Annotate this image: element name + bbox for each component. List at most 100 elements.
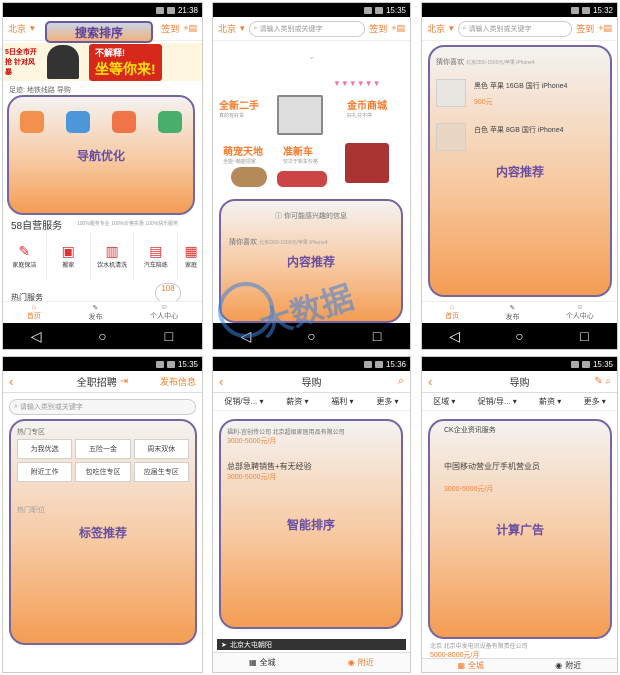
filter-area[interactable]: 区域 ▾ xyxy=(433,396,455,407)
person-icon[interactable] xyxy=(112,111,136,133)
signin-button[interactable]: 签到 xyxy=(369,22,387,35)
tag-item[interactable]: 应届生专区 xyxy=(133,462,189,482)
tag-item[interactable]: 周末双休 xyxy=(133,439,189,459)
services-grid: ✎ 家庭保洁 ▣ 搬家 ▥ 饮水机清洗 ▤ 汽车陪练 ▦ 家庭 xyxy=(3,233,202,279)
tag-item[interactable]: 五险一金 xyxy=(75,439,131,459)
job-row-2[interactable]: 总部急聘销售+有无经验 3000-5000元/月 xyxy=(227,461,395,482)
tab-profile[interactable]: ☺ 个人中心 xyxy=(150,304,178,321)
service-water-cleaning[interactable]: ▥ 饮水机清洗 xyxy=(91,233,135,279)
service-driving-practice[interactable]: ▤ 汽车陪练 xyxy=(134,233,179,279)
city-selector[interactable]: 北京 xyxy=(218,22,236,35)
tab-publish[interactable]: ✎ 发布 xyxy=(505,304,519,322)
category-near-new-car[interactable]: 准新车 仅次于新车价格 xyxy=(283,143,318,165)
services-subtitle: 100%服务专业 100%价格实惠 100%快乐服务 xyxy=(77,221,179,227)
hot-badge: 108 xyxy=(155,283,181,303)
filter-more[interactable]: 更多 ▾ xyxy=(584,396,606,407)
bottom-label: 附近 xyxy=(565,661,582,670)
user-icon: ☺ xyxy=(576,304,584,311)
item-title: 白色 苹果 8GB 国行 iPhone4 xyxy=(474,127,564,134)
filter-salary[interactable]: 薪资 ▾ xyxy=(286,396,308,407)
job-title[interactable]: CK企业资讯服务 xyxy=(444,425,496,435)
back-arrow-icon[interactable]: ‹ xyxy=(9,374,13,389)
basket-icon[interactable] xyxy=(20,111,44,133)
content-recommend-overlay: ⓘ 你可能感兴趣的信息 猜你喜欢 北京/300-1500元/苹果 iPhone4… xyxy=(219,199,403,323)
filter-benefits[interactable]: 福利 ▾ xyxy=(331,396,353,407)
tab-profile[interactable]: ☺ 个人中心 xyxy=(566,304,594,321)
recent-footprint[interactable]: 足迹: 地铁线路 导购 xyxy=(9,85,71,95)
city-selector[interactable]: 北京 xyxy=(8,22,26,35)
city-selector[interactable]: 北京 xyxy=(427,22,445,35)
nearby-button[interactable]: ◉ 附近 xyxy=(520,659,618,672)
job-title: 福利-宜创传公司 北京超级家居用品有限公司 xyxy=(227,430,345,436)
edit-search-icons[interactable]: ✎ ⌕ xyxy=(594,376,611,387)
pin-icon: ◉ xyxy=(347,658,355,667)
search-input[interactable]: ⌕ 请输入类别或关键字 xyxy=(457,20,573,37)
recents-icon[interactable]: □ xyxy=(565,328,605,344)
back-icon[interactable]: ◁ xyxy=(435,328,475,345)
overlay-label: 标签推荐 xyxy=(78,525,127,540)
item-row-2[interactable]: 白色 苹果 8GB 国行 iPhone4 xyxy=(436,121,604,155)
recents-icon[interactable]: □ xyxy=(357,328,397,344)
home-nav-icon[interactable]: ○ xyxy=(291,328,331,344)
home-nav-icon[interactable]: ○ xyxy=(500,328,540,344)
tag-item[interactable]: 包吃住专区 xyxy=(75,462,131,482)
nearby-button[interactable]: ◉ 附近 xyxy=(312,653,411,672)
search-input[interactable]: ⌕ 请输入类别或关键字 xyxy=(9,399,196,415)
back-icon[interactable]: ◁ xyxy=(226,328,266,345)
filter-promo[interactable]: 促销/导... ▾ xyxy=(224,396,263,407)
search-sort-highlight[interactable]: 搜索排序 xyxy=(45,21,153,43)
home-nav-icon[interactable]: ○ xyxy=(82,328,122,344)
house-icon[interactable] xyxy=(66,111,90,133)
back-icon[interactable]: ◁ xyxy=(16,328,56,345)
search-input[interactable]: ⌕ 请输入类别或关键字 xyxy=(248,20,366,37)
back-arrow-icon[interactable]: ‹ xyxy=(219,374,223,389)
job-title: 总部急聘销售+有无经验 xyxy=(227,462,312,471)
category-subtitle: 全能~萌能把家 xyxy=(223,159,256,165)
worker-icon[interactable] xyxy=(158,111,182,133)
search-icon[interactable]: ⌕ xyxy=(398,375,404,388)
back-arrow-icon[interactable]: ‹ xyxy=(428,374,432,389)
service-cleaning[interactable]: ✎ 家庭保洁 xyxy=(3,233,47,279)
screen-category-content: 15:35 北京 ▾ ⌕ 请输入类别或关键字 签到 +▤ ⌄ ▼▼▼▼▼▼ 全新二手… xyxy=(212,2,411,350)
header: ‹ 全职招聘 ⇥ 发布信息 xyxy=(3,371,202,393)
job-row-1[interactable]: 福利-宜创传公司 北京超级家居用品有限公司 3000-5000元/月 xyxy=(227,427,395,446)
tab-publish[interactable]: ✎ 发布 xyxy=(88,304,102,322)
all-city-button[interactable]: ▦ 全城 xyxy=(422,659,520,672)
promo-banner[interactable]: 5日全市开抢 针对风暴 不解释! 坐等你来! xyxy=(3,43,202,81)
publish-info-button[interactable]: 发布信息 xyxy=(160,375,196,388)
tag-item[interactable]: 附近工作 xyxy=(17,462,73,482)
signin-button[interactable]: 签到 xyxy=(161,22,179,35)
filter-salary[interactable]: 薪资 ▾ xyxy=(539,396,561,407)
category-secondhand[interactable]: 全新二手 真的有好货 xyxy=(219,97,259,119)
item-row-1[interactable]: 黑色 苹果 16GB 国行 iPhone4 900元 xyxy=(436,77,604,111)
publish-icon[interactable]: +▤ xyxy=(183,23,197,34)
status-time: 15:35 xyxy=(177,359,198,369)
service-moving[interactable]: ▣ 搬家 xyxy=(47,233,91,279)
signin-button[interactable]: 签到 xyxy=(576,22,594,35)
publish-icon[interactable]: +▤ xyxy=(391,23,405,34)
job-row-1[interactable]: 中国移动营业厅手机营业员 3000-5000元/月 xyxy=(444,461,604,494)
filter-promo[interactable]: 促销/导... ▾ xyxy=(478,396,517,407)
all-city-button[interactable]: ▦ 全城 xyxy=(213,653,312,672)
location-bar[interactable]: ➤ 北京大屯朝阳 xyxy=(217,639,406,650)
collapse-arrow-icon[interactable]: ⌄ xyxy=(213,51,410,62)
home-icon: ⌂ xyxy=(31,304,36,311)
tab-home[interactable]: ⌂ 首页 xyxy=(27,304,41,321)
recents-icon[interactable]: □ xyxy=(149,328,189,344)
service-label: 家庭保洁 xyxy=(12,263,37,269)
tab-home[interactable]: ⌂ 首页 xyxy=(445,304,459,321)
category-pets[interactable]: 萌宠天地 全能~萌能把家 xyxy=(223,143,263,165)
category-title: 全新二手 xyxy=(219,101,259,112)
service-label: 搬家 xyxy=(62,263,75,269)
exit-icon[interactable]: ⇥ xyxy=(120,376,128,387)
category-gold-mall[interactable]: 金币商城 好礼兑不停 xyxy=(347,97,387,119)
phone-thumbnail-icon xyxy=(436,79,466,107)
service-family[interactable]: ▦ 家庭 xyxy=(178,233,202,279)
tab-label: 个人中心 xyxy=(565,313,594,320)
tag-item[interactable]: 为我优选 xyxy=(17,439,73,459)
screen-guess-you-like: 15:32 北京 ▾ ⌕ 请输入类别或关键字 签到 +▤ 猜你喜欢 北京/300-1… xyxy=(421,2,618,350)
filter-more[interactable]: 更多 ▾ xyxy=(376,396,398,407)
filter-label: 区域 xyxy=(433,397,450,406)
publish-icon[interactable]: +▤ xyxy=(598,23,612,34)
job-title: 中国移动营业厅手机营业员 xyxy=(444,462,540,471)
